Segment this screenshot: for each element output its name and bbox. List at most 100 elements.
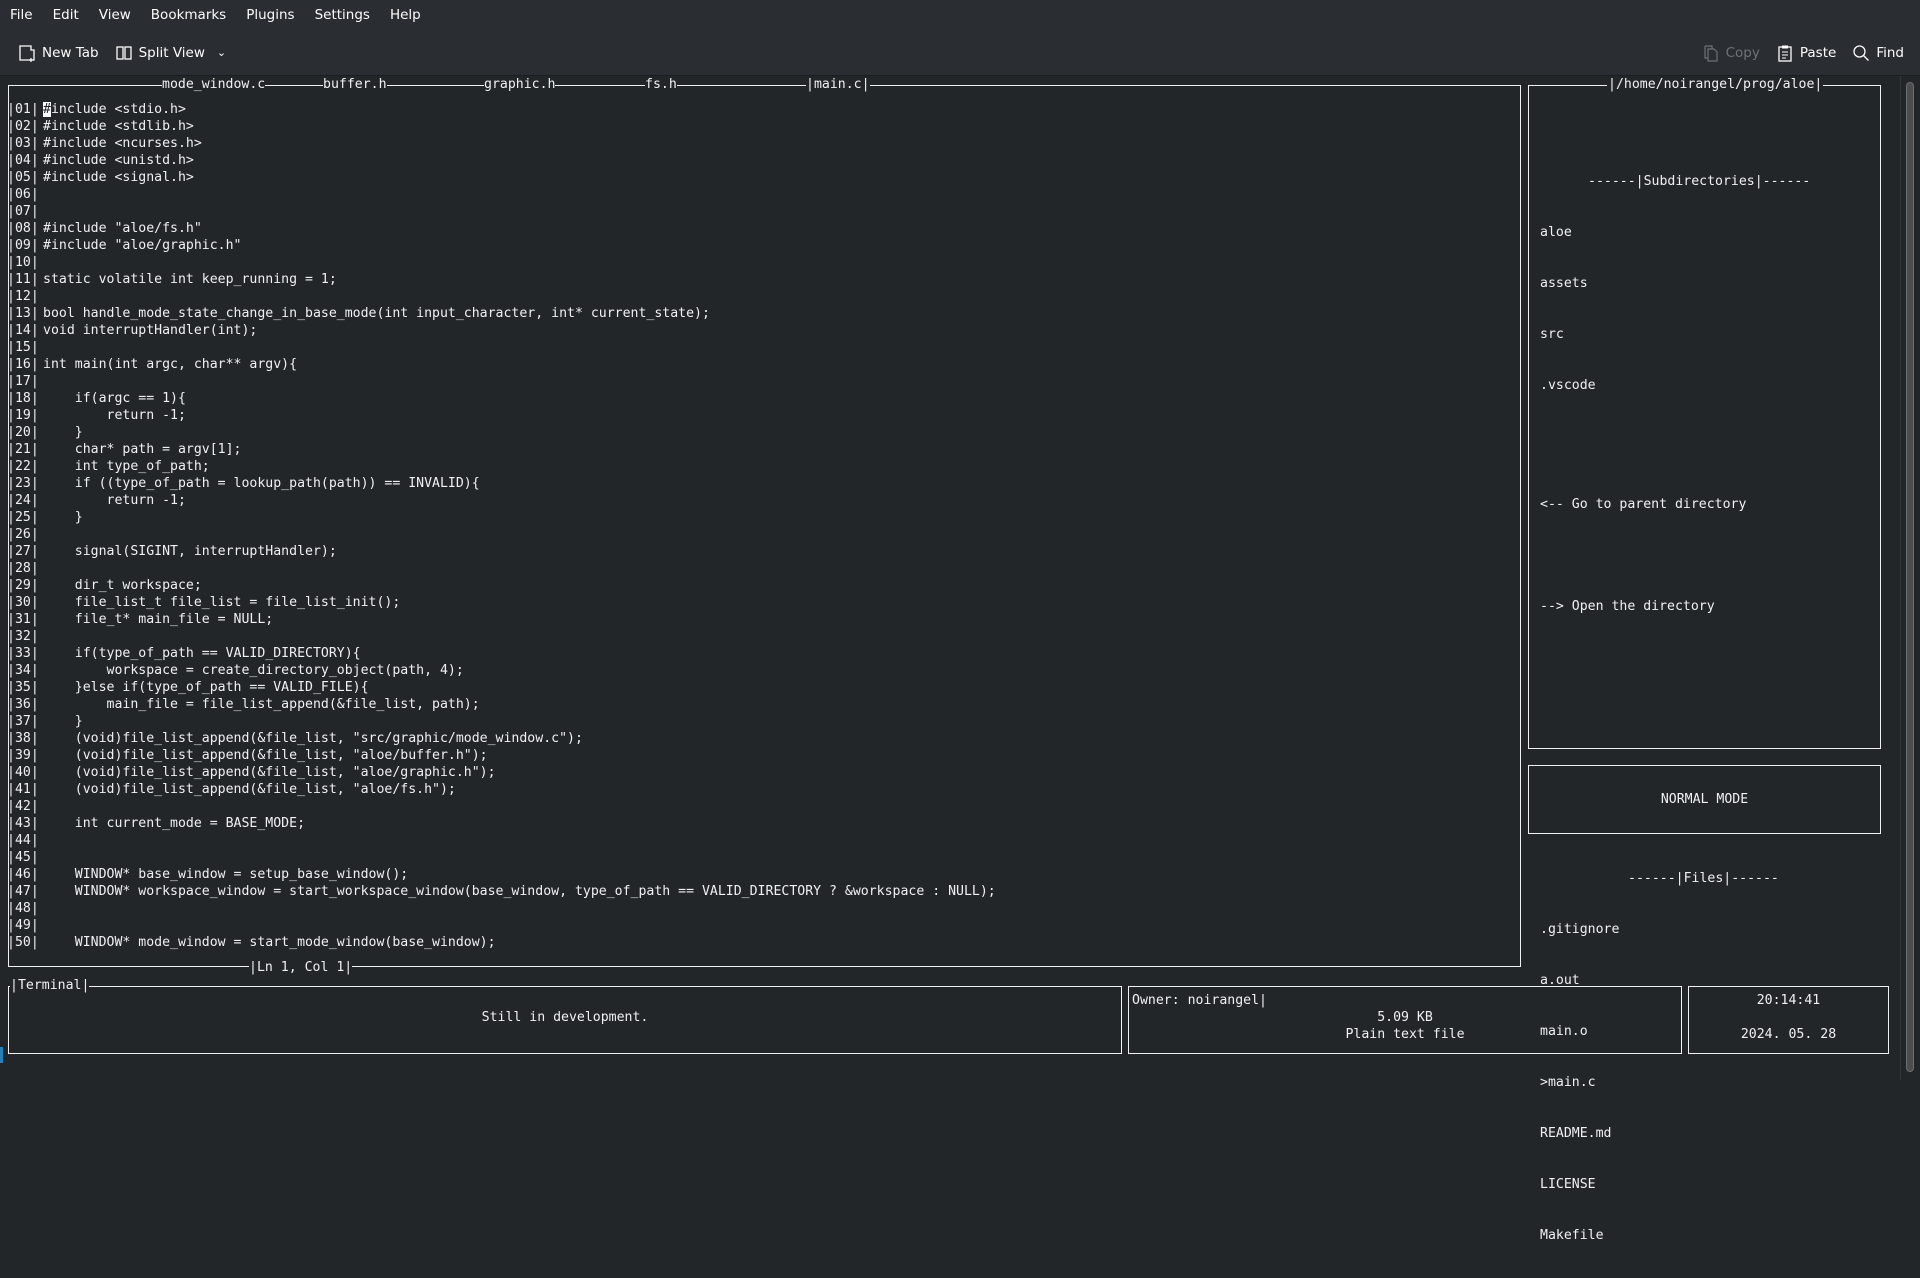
menu-plugins[interactable]: Plugins [236, 7, 304, 23]
file-item[interactable]: LICENSE [1540, 1176, 1810, 1193]
open-directory-hint[interactable]: --> Open the directory [1540, 598, 1810, 615]
line-text[interactable]: WINDOW* base_window = setup_base_window(… [43, 866, 408, 883]
line-text[interactable]: #include "aloe/graphic.h" [43, 237, 242, 254]
code-line[interactable]: |37| } [7, 713, 996, 730]
find-button[interactable]: Find [1844, 38, 1912, 68]
code-line[interactable]: |11| static volatile int keep_running = 1… [7, 271, 996, 288]
code-line[interactable]: |32| [7, 628, 996, 645]
code-line[interactable]: |28| [7, 560, 996, 577]
scrollbar-thumb[interactable] [1906, 82, 1914, 1072]
code-line[interactable]: |46| WINDOW* base_window = setup_base_wi… [7, 866, 996, 883]
code-line[interactable]: |06| [7, 186, 996, 203]
line-text[interactable]: #include <ncurses.h> [43, 135, 202, 152]
line-text[interactable]: (void)file_list_append(&file_list, "aloe… [43, 747, 488, 764]
line-text[interactable]: #include <stdio.h> [43, 101, 186, 118]
code-line[interactable]: |01| #include <stdio.h> [7, 101, 996, 118]
line-text[interactable]: } [43, 509, 83, 526]
line-text[interactable]: signal(SIGINT, interruptHandler); [43, 543, 337, 560]
code-line[interactable]: |33| if(type_of_path == VALID_DIRECTORY)… [7, 645, 996, 662]
file-item[interactable]: Makefile [1540, 1227, 1810, 1244]
line-text[interactable]: } [43, 713, 83, 730]
line-text[interactable]: #include <stdlib.h> [43, 118, 194, 135]
code-line[interactable]: |38| (void)file_list_append(&file_list, … [7, 730, 996, 747]
code-line[interactable]: |20| } [7, 424, 996, 441]
code-line[interactable]: |25| } [7, 509, 996, 526]
code-line[interactable]: |41| (void)file_list_append(&file_list, … [7, 781, 996, 798]
code-line[interactable]: |08| #include "aloe/fs.h" [7, 220, 996, 237]
code-line[interactable]: |31| file_t* main_file = NULL; [7, 611, 996, 628]
go-parent-hint[interactable]: <-- Go to parent directory [1540, 496, 1810, 513]
copy-button[interactable]: Copy [1694, 38, 1768, 68]
code-line[interactable]: |36| main_file = file_list_append(&file_… [7, 696, 996, 713]
line-text[interactable]: }else if(type_of_path == VALID_FILE){ [43, 679, 369, 696]
code-line[interactable]: |13| bool handle_mode_state_change_in_bas… [7, 305, 996, 322]
code-line[interactable]: |23| if ((type_of_path = lookup_path(pat… [7, 475, 996, 492]
file-item[interactable]: .gitignore [1540, 921, 1810, 938]
line-text[interactable]: #include <unistd.h> [43, 152, 194, 169]
line-text[interactable]: file_list_t file_list = file_list_init()… [43, 594, 401, 611]
terminal-area[interactable]: mode_window.c buffer.h graphic.h fs.h |m… [0, 76, 1900, 1243]
line-text[interactable]: void interruptHandler(int); [43, 322, 257, 339]
terminal-panel[interactable]: Still in development. [8, 986, 1122, 1054]
code-line[interactable]: |19| return -1; [7, 407, 996, 424]
code-line[interactable]: |35| }else if(type_of_path == VALID_FILE… [7, 679, 996, 696]
line-text[interactable]: WINDOW* mode_window = start_mode_window(… [43, 934, 496, 951]
code-line[interactable]: |44| [7, 832, 996, 849]
code-line[interactable]: |18| if(argc == 1){ [7, 390, 996, 407]
code-line[interactable]: |10| [7, 254, 996, 271]
menu-file[interactable]: File [0, 7, 43, 23]
line-text[interactable]: WINDOW* workspace_window = start_workspa… [43, 883, 996, 900]
split-view-button[interactable]: Split View ⌄ [107, 38, 234, 68]
line-text[interactable]: static volatile int keep_running = 1; [43, 271, 337, 288]
code-line[interactable]: |34| workspace = create_directory_object… [7, 662, 996, 679]
line-text[interactable]: (void)file_list_append(&file_list, "aloe… [43, 781, 456, 798]
code-line[interactable]: |02| #include <stdlib.h> [7, 118, 996, 135]
code-line[interactable]: |45| [7, 849, 996, 866]
code-line[interactable]: |43| int current_mode = BASE_MODE; [7, 815, 996, 832]
menu-edit[interactable]: Edit [43, 7, 89, 23]
paste-button[interactable]: Paste [1768, 38, 1844, 68]
line-text[interactable]: int type_of_path; [43, 458, 210, 475]
code-line[interactable]: |14| void interruptHandler(int); [7, 322, 996, 339]
code-line[interactable]: |15| [7, 339, 996, 356]
code-line[interactable]: |27| signal(SIGINT, interruptHandler); [7, 543, 996, 560]
code-line[interactable]: |17| [7, 373, 996, 390]
line-text[interactable]: file_t* main_file = NULL; [43, 611, 274, 628]
code-line[interactable]: |26| [7, 526, 996, 543]
menu-settings[interactable]: Settings [305, 7, 380, 23]
line-text[interactable]: if(type_of_path == VALID_DIRECTORY){ [43, 645, 361, 662]
line-text[interactable]: (void)file_list_append(&file_list, "aloe… [43, 764, 496, 781]
code-line[interactable]: |29| dir_t workspace; [7, 577, 996, 594]
editor-window[interactable]: |01| #include <stdio.h> |02| #include <stdl… [7, 85, 1521, 976]
code-line[interactable]: |22| int type_of_path; [7, 458, 996, 475]
subdir-item[interactable]: aloe [1540, 224, 1810, 241]
code-line[interactable]: |30| file_list_t file_list = file_list_i… [7, 594, 996, 611]
line-text[interactable]: int current_mode = BASE_MODE; [43, 815, 305, 832]
code-line[interactable]: |47| WINDOW* workspace_window = start_wo… [7, 883, 996, 900]
code-line[interactable]: |07| [7, 203, 996, 220]
code-line[interactable]: |12| [7, 288, 996, 305]
line-text[interactable]: (void)file_list_append(&file_list, "src/… [43, 730, 583, 747]
line-text[interactable]: #include "aloe/fs.h" [43, 220, 202, 237]
line-text[interactable]: dir_t workspace; [43, 577, 202, 594]
code-line[interactable]: |42| [7, 798, 996, 815]
code-line[interactable]: |40| (void)file_list_append(&file_list, … [7, 764, 996, 781]
code-line[interactable]: |21| char* path = argv[1]; [7, 441, 996, 458]
file-item-selected[interactable]: >main.c [1540, 1074, 1810, 1091]
code-line[interactable]: |04| #include <unistd.h> [7, 152, 996, 169]
line-text[interactable]: if(argc == 1){ [43, 390, 186, 407]
subdir-item[interactable]: .vscode [1540, 377, 1810, 394]
line-text[interactable]: if ((type_of_path = lookup_path(path)) =… [43, 475, 480, 492]
line-text[interactable]: return -1; [43, 407, 186, 424]
file-item[interactable]: README.md [1540, 1125, 1810, 1142]
code-line[interactable]: |50| WINDOW* mode_window = start_mode_wi… [7, 934, 996, 951]
code-line[interactable]: |39| (void)file_list_append(&file_list, … [7, 747, 996, 764]
code-line[interactable]: |05| #include <signal.h> [7, 169, 996, 186]
code-line[interactable]: |03| #include <ncurses.h> [7, 135, 996, 152]
line-text[interactable]: char* path = argv[1]; [43, 441, 242, 458]
code-line[interactable]: |24| return -1; [7, 492, 996, 509]
line-text[interactable]: } [43, 424, 83, 441]
code-line[interactable]: |09| #include "aloe/graphic.h" [7, 237, 996, 254]
line-text[interactable]: main_file = file_list_append(&file_list,… [43, 696, 480, 713]
chevron-down-icon[interactable]: ⌄ [217, 46, 226, 59]
